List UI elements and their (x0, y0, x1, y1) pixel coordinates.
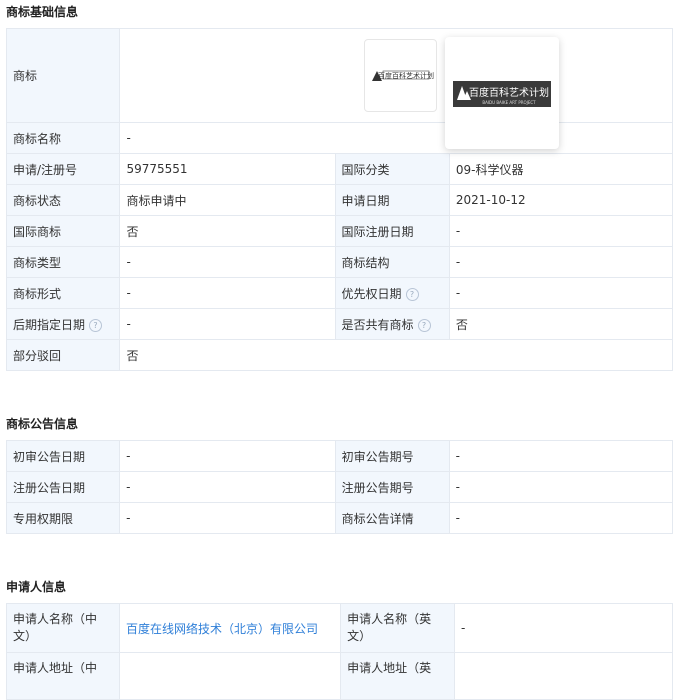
trademark-logo-small: 百度百科艺术计划 (370, 69, 434, 82)
table-row: 商标类型 - 商标结构 - (5, 246, 673, 278)
table-row: 商标形式 - 优先权日期? - (5, 277, 673, 309)
help-icon[interactable]: ? (417, 318, 431, 332)
help-icon[interactable]: ? (405, 287, 419, 301)
row-label: 商标 (5, 28, 121, 123)
row-value: - (119, 308, 336, 340)
row-value: - (119, 277, 336, 309)
row-label-text: 后期指定日期 (13, 317, 86, 332)
trademark-thumbnail[interactable]: 百度百科艺术计划 (364, 39, 437, 112)
table-row: 申请人名称（中文） 百度在线网络技术（北京）有限公司 申请人名称（英文） - (5, 603, 673, 653)
table-row: 国际商标 否 国际注册日期 - (5, 215, 673, 247)
row-value: 否 (119, 215, 336, 247)
row-label: 国际注册日期 (334, 215, 450, 247)
table-row: 初审公告日期 - 初审公告期号 - (5, 440, 673, 472)
section-title-announcement: 商标公告信息 (6, 417, 79, 431)
row-label: 商标结构 (334, 246, 450, 278)
row-label: 注册公告期号 (334, 471, 450, 503)
row-label: 优先权日期? (334, 277, 450, 309)
table-row: 申请人地址（中 申请人地址（英 (5, 652, 673, 700)
row-label: 初审公告日期 (5, 440, 121, 472)
row-label-text: 是否共有商标 (341, 317, 414, 332)
row-value: - (119, 502, 336, 534)
row-value: - (448, 246, 673, 278)
row-label: 申请日期 (334, 184, 450, 216)
row-value: 59775551 (119, 153, 336, 185)
row-label: 国际商标 (5, 215, 121, 247)
row-label: 申请人名称（英文） (340, 603, 456, 653)
row-value: - (119, 471, 336, 503)
table-row: 申请/注册号 59775551 国际分类 09-科学仪器 (5, 153, 673, 185)
row-label: 申请人地址（英 (340, 652, 456, 700)
row-value: 否 (119, 339, 673, 371)
logo-text-large: 百度百科艺术计划 (469, 86, 549, 99)
row-value: - (454, 603, 673, 653)
table-row: 部分驳回 否 (5, 339, 673, 371)
table-row: 后期指定日期? - 是否共有商标? 否 (5, 308, 673, 340)
row-label: 商标类型 (5, 246, 121, 278)
row-value: - (119, 440, 336, 472)
row-value: - (448, 502, 673, 534)
row-value (454, 652, 673, 700)
row-value: - (119, 122, 673, 154)
section-title-basic: 商标基础信息 (6, 5, 79, 19)
row-label: 商标公告详情 (334, 502, 450, 534)
row-label: 专用权期限 (5, 502, 121, 534)
table-row: 商标名称 - (5, 122, 673, 154)
applicant-name-link[interactable]: 百度在线网络技术（北京）有限公司 (126, 622, 318, 636)
row-label: 商标名称 (5, 122, 121, 154)
row-label: 申请人地址（中 (5, 652, 121, 700)
trademark-logo-large: 百度百科艺术计划 BAIDU BAIKE ART PROJECT (453, 81, 551, 107)
basic-info-table: 商标 商标名称 - 申请/注册号 59775551 国际分类 09-科学仪器 商… (5, 28, 673, 371)
row-value: 2021-10-12 (448, 184, 673, 216)
logo-subtext: BAIDU BAIKE ART PROJECT (482, 100, 536, 105)
table-row: 商标状态 商标申请中 申请日期 2021-10-12 (5, 184, 673, 216)
row-value: - (119, 246, 336, 278)
trademark-preview-popup: 百度百科艺术计划 BAIDU BAIKE ART PROJECT (445, 37, 559, 149)
table-row: 专用权期限 - 商标公告详情 - (5, 502, 673, 534)
row-label: 是否共有商标? (334, 308, 450, 340)
row-value: 否 (448, 308, 673, 340)
row-value: - (448, 215, 673, 247)
row-value: - (448, 277, 673, 309)
applicant-table: 申请人名称（中文） 百度在线网络技术（北京）有限公司 申请人名称（英文） - 申… (5, 603, 673, 700)
row-value (119, 652, 342, 700)
row-label: 申请/注册号 (5, 153, 121, 185)
row-label: 部分驳回 (5, 339, 121, 371)
row-label: 申请人名称（中文） (5, 603, 121, 653)
row-value: 百度在线网络技术（北京）有限公司 (119, 603, 342, 653)
section-title-applicant: 申请人信息 (6, 580, 67, 594)
row-value: 商标申请中 (119, 184, 336, 216)
row-value: 09-科学仪器 (448, 153, 673, 185)
logo-text-small: 百度百科艺术计划 (378, 71, 434, 80)
announcement-table: 初审公告日期 - 初审公告期号 - 注册公告日期 - 注册公告期号 - 专用权期… (5, 440, 673, 534)
row-value: - (448, 471, 673, 503)
row-label: 国际分类 (334, 153, 450, 185)
row-label: 后期指定日期? (5, 308, 121, 340)
row-label: 注册公告日期 (5, 471, 121, 503)
table-row: 注册公告日期 - 注册公告期号 - (5, 471, 673, 503)
row-value: - (448, 440, 673, 472)
table-row: 商标 (5, 28, 673, 123)
row-label: 商标状态 (5, 184, 121, 216)
row-label: 初审公告期号 (334, 440, 450, 472)
row-label-text: 优先权日期 (341, 286, 402, 301)
help-icon[interactable]: ? (89, 318, 103, 332)
row-label: 商标形式 (5, 277, 121, 309)
